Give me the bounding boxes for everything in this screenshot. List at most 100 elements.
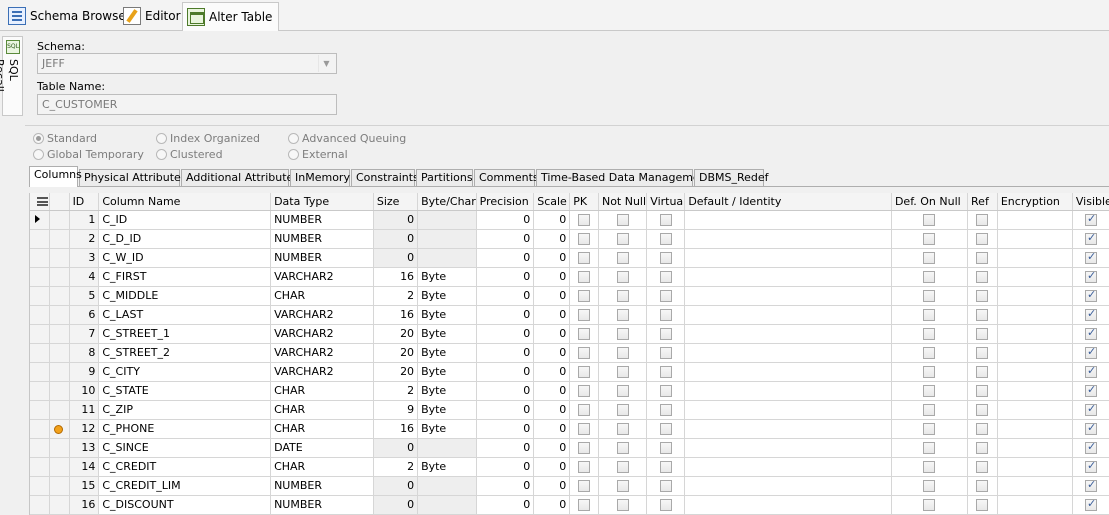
- cell-visible[interactable]: [1072, 305, 1109, 325]
- cell-ref[interactable]: [967, 362, 998, 382]
- row-indicator[interactable]: [30, 324, 51, 344]
- cell-encryption[interactable]: [997, 362, 1073, 382]
- checkbox[interactable]: [923, 347, 936, 359]
- cell-data-type[interactable]: VARCHAR2: [270, 267, 374, 287]
- cell-byte-char[interactable]: [417, 229, 477, 249]
- cell-def-on-null[interactable]: [891, 400, 969, 420]
- cell-default-identity[interactable]: [684, 305, 892, 325]
- row-indicator[interactable]: [30, 210, 51, 230]
- checkbox[interactable]: [923, 233, 936, 245]
- header-pk[interactable]: PK: [569, 193, 599, 211]
- cell-size[interactable]: 20: [373, 324, 419, 344]
- row-indicator[interactable]: [30, 248, 51, 268]
- radio-global-temporary[interactable]: Global Temporary: [33, 147, 144, 161]
- header-data-type[interactable]: Data Type: [270, 193, 374, 211]
- checkbox[interactable]: [578, 233, 591, 245]
- cell-id[interactable]: 8: [69, 343, 100, 363]
- cell-virtual[interactable]: [646, 419, 686, 439]
- row-marker[interactable]: [49, 286, 70, 306]
- tab-comments[interactable]: Comments: [474, 169, 539, 187]
- cell-byte-char[interactable]: [417, 476, 477, 496]
- cell-id[interactable]: 6: [69, 305, 100, 325]
- checkbox[interactable]: [923, 290, 936, 302]
- checkbox[interactable]: [578, 461, 591, 473]
- cell-visible[interactable]: [1072, 495, 1109, 515]
- checkbox[interactable]: [923, 404, 936, 416]
- cell-data-type[interactable]: NUMBER: [270, 495, 374, 515]
- cell-ref[interactable]: [967, 419, 998, 439]
- cell-size[interactable]: 16: [373, 419, 419, 439]
- cell-default-identity[interactable]: [684, 362, 892, 382]
- cell-not-null[interactable]: [598, 476, 648, 496]
- cell-data-type[interactable]: NUMBER: [270, 476, 374, 496]
- cell-ref[interactable]: [967, 267, 998, 287]
- checkbox[interactable]: [578, 271, 591, 283]
- cell-id[interactable]: 3: [69, 248, 100, 268]
- cell-data-type[interactable]: CHAR: [270, 457, 374, 477]
- cell-byte-char[interactable]: [417, 248, 477, 268]
- cell-visible[interactable]: [1072, 343, 1109, 363]
- cell-visible[interactable]: [1072, 457, 1109, 477]
- cell-encryption[interactable]: [997, 495, 1073, 515]
- row-indicator[interactable]: [30, 438, 51, 458]
- cell-precision[interactable]: 0: [476, 248, 535, 268]
- checkbox[interactable]: [659, 499, 672, 511]
- radio-index-organized[interactable]: Index Organized: [156, 131, 260, 145]
- header-size[interactable]: Size: [373, 193, 419, 211]
- cell-visible[interactable]: [1072, 476, 1109, 496]
- cell-pk[interactable]: [569, 248, 599, 268]
- checkbox[interactable]: [976, 233, 989, 245]
- cell-pk[interactable]: [569, 419, 599, 439]
- row-indicator[interactable]: [30, 362, 51, 382]
- checkbox-checked[interactable]: [1084, 478, 1097, 492]
- cell-virtual[interactable]: [646, 343, 686, 363]
- checkbox-checked[interactable]: [1084, 402, 1097, 416]
- cell-not-null[interactable]: [598, 438, 648, 458]
- table-row[interactable]: 6 C_LAST VARCHAR2 16 Byte 0 0: [30, 305, 1109, 325]
- cell-precision[interactable]: 0: [476, 305, 535, 325]
- cell-ref[interactable]: [967, 343, 998, 363]
- cell-column-name[interactable]: C_ID: [98, 210, 272, 230]
- cell-byte-char[interactable]: Byte: [417, 381, 477, 401]
- cell-data-type[interactable]: NUMBER: [270, 248, 374, 268]
- header-ref[interactable]: Ref: [967, 193, 998, 211]
- cell-precision[interactable]: 0: [476, 381, 535, 401]
- cell-byte-char[interactable]: [417, 210, 477, 230]
- checkbox[interactable]: [923, 328, 936, 340]
- cell-scale[interactable]: 0: [533, 229, 571, 249]
- cell-scale[interactable]: 0: [533, 267, 571, 287]
- row-indicator[interactable]: [30, 381, 51, 401]
- checkbox[interactable]: [923, 214, 936, 226]
- cell-column-name[interactable]: C_D_ID: [98, 229, 272, 249]
- cell-pk[interactable]: [569, 286, 599, 306]
- checkbox[interactable]: [578, 385, 591, 397]
- tab-partitions[interactable]: Partitions: [416, 169, 473, 187]
- cell-ref[interactable]: [967, 400, 998, 420]
- row-marker[interactable]: [49, 419, 70, 439]
- checkbox[interactable]: [923, 461, 936, 473]
- table-row[interactable]: 2 C_D_ID NUMBER 0 0 0: [30, 229, 1109, 249]
- cell-encryption[interactable]: [997, 210, 1073, 230]
- cell-ref[interactable]: [967, 248, 998, 268]
- checkbox[interactable]: [976, 480, 989, 492]
- cell-not-null[interactable]: [598, 419, 648, 439]
- cell-data-type[interactable]: CHAR: [270, 286, 374, 306]
- row-marker[interactable]: [49, 305, 70, 325]
- cell-size[interactable]: 20: [373, 343, 419, 363]
- row-marker[interactable]: [49, 381, 70, 401]
- tab-dbms-redef[interactable]: DBMS_Redef: [694, 169, 769, 187]
- cell-id[interactable]: 13: [69, 438, 100, 458]
- checkbox[interactable]: [976, 214, 989, 226]
- cell-size[interactable]: 0: [373, 210, 419, 230]
- table-row[interactable]: 3 C_W_ID NUMBER 0 0 0: [30, 248, 1109, 268]
- row-indicator[interactable]: [30, 267, 51, 287]
- grid-menu-button[interactable]: [30, 193, 51, 211]
- cell-data-type[interactable]: DATE: [270, 438, 374, 458]
- cell-encryption[interactable]: [997, 305, 1073, 325]
- cell-id[interactable]: 14: [69, 457, 100, 477]
- tab-physical-attributes[interactable]: Physical Attributes: [79, 169, 187, 187]
- row-marker[interactable]: [49, 362, 70, 382]
- checkbox[interactable]: [659, 423, 672, 435]
- checkbox[interactable]: [976, 328, 989, 340]
- cell-scale[interactable]: 0: [533, 286, 571, 306]
